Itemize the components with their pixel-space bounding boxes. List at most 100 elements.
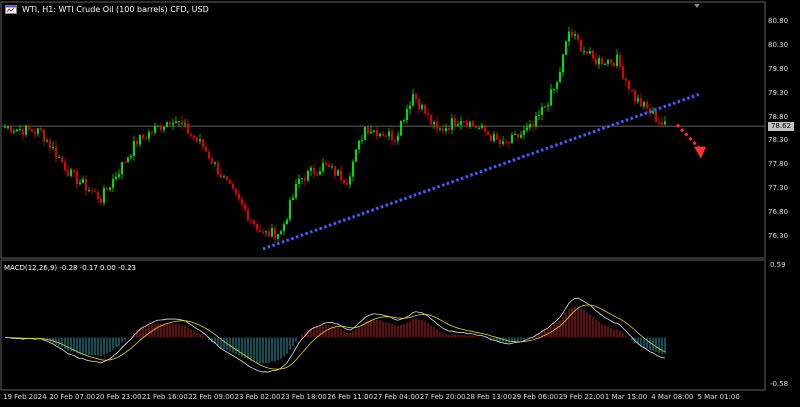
candle-body [643, 101, 645, 107]
time-tick: 23 Feb 02:00 [234, 393, 281, 401]
candle-body [547, 105, 549, 107]
candle-body [298, 178, 300, 184]
candle-body [85, 179, 87, 191]
candle-body [307, 170, 309, 181]
candle-body [319, 171, 321, 175]
candle-body [235, 188, 237, 194]
candle-body [469, 121, 471, 127]
candle-body [115, 176, 117, 180]
candle-body [583, 51, 585, 53]
candle-body [283, 224, 285, 232]
candle-body [196, 137, 198, 142]
candle-body [103, 188, 105, 203]
time-tick: 29 Feb 22:00 [558, 393, 605, 401]
candle-body [211, 158, 213, 164]
candle-body [355, 149, 357, 162]
candle-body [559, 72, 561, 83]
candle-body [94, 191, 96, 193]
candle-body [289, 200, 291, 220]
candle-body [10, 126, 12, 133]
candle-body [79, 182, 81, 185]
candle-body [541, 107, 543, 115]
candle-body [169, 122, 171, 125]
candle-body [631, 89, 633, 91]
candle-body [163, 126, 165, 130]
candle-body [358, 140, 360, 150]
candle-body [343, 180, 345, 184]
candle-body [181, 121, 183, 125]
candle-body [652, 111, 654, 114]
time-tick: 1 Mar 15:00 [604, 393, 648, 401]
candle-body [376, 130, 378, 137]
time-tick: 27 Feb 20:00 [419, 393, 466, 401]
candle-body [364, 127, 366, 141]
candle-body [346, 183, 348, 185]
price-tick: 80.30 [768, 40, 789, 49]
time-tick: 27 Feb 04:00 [373, 393, 420, 401]
time-tick: 5 Mar 01:00 [697, 393, 740, 401]
price-tick: 76.30 [768, 232, 789, 240]
candle-body [193, 135, 195, 138]
chart-canvas[interactable] [0, 0, 800, 407]
candle-body [475, 125, 477, 128]
candle-body [157, 125, 159, 127]
candle-body [607, 59, 609, 64]
macd-top-label: 0.59 [770, 261, 786, 269]
candle-body [64, 162, 66, 171]
candle-body [544, 106, 546, 108]
time-tick: 21 Feb 16:00 [141, 393, 188, 401]
time-tick: 22 Feb 09:00 [188, 393, 235, 401]
candle-body [373, 130, 375, 132]
candle-body [604, 63, 606, 65]
macd-bottom-label: -0.58 [770, 380, 789, 388]
candle-body [268, 231, 270, 237]
candle-body [304, 178, 306, 181]
candle-body [100, 199, 102, 203]
candle-body [259, 229, 261, 232]
candle-body [637, 98, 639, 102]
candle-body [589, 50, 591, 54]
candle-body [121, 162, 123, 175]
candle-body [658, 121, 660, 123]
candle-body [274, 227, 276, 239]
candle-body [151, 132, 153, 134]
chart-window-icon [5, 5, 17, 14]
candle-body [166, 122, 168, 127]
candle-body [478, 127, 480, 129]
candle-body [466, 121, 468, 127]
candle-body [187, 123, 189, 134]
candle-body [13, 131, 15, 133]
candle-body [424, 104, 426, 114]
candle-body [127, 157, 129, 163]
candle-body [571, 31, 573, 36]
time-tick: 23 Feb 18:00 [280, 393, 327, 401]
candle-body [448, 128, 450, 130]
candle-body [634, 90, 636, 102]
candle-body [322, 162, 324, 172]
candle-body [442, 128, 444, 132]
candle-body [487, 131, 489, 136]
candle-body [493, 134, 495, 142]
candle-body [517, 133, 519, 138]
candle-body [295, 183, 297, 198]
candle-body [436, 121, 438, 130]
candle-body [418, 99, 420, 110]
candle-body [145, 137, 147, 139]
price-tick: 76.80 [768, 208, 789, 217]
candle-body [148, 132, 150, 139]
candle-body [280, 231, 282, 235]
time-tick: 20 Feb 23:00 [95, 393, 142, 401]
candle-body [331, 166, 333, 168]
price-tick: 79.30 [768, 88, 789, 97]
candle-body [523, 130, 525, 135]
candle-body [16, 129, 18, 132]
candle-body [205, 146, 207, 152]
candle-body [49, 140, 51, 148]
price-tick: 79.80 [768, 64, 789, 73]
candle-body [220, 174, 222, 178]
candle-body [247, 209, 249, 220]
candle-body [172, 122, 174, 125]
time-tick: 19 Feb 2024 [3, 393, 47, 401]
candle-body [199, 139, 201, 142]
candle-body [502, 141, 504, 144]
